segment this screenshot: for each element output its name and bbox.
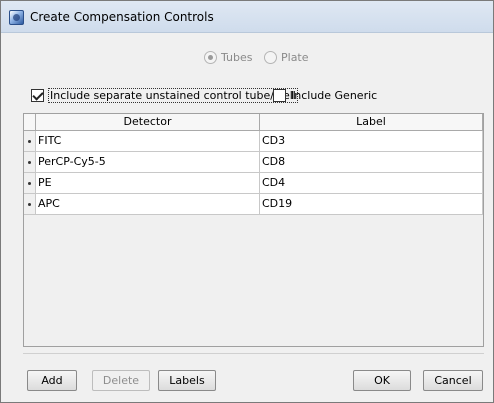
radio-selected-icon: [204, 51, 217, 64]
detector-cell[interactable]: PerCP-Cy5-5: [36, 152, 260, 173]
include-generic-checkbox[interactable]: Include Generic: [273, 89, 377, 102]
row-header[interactable]: [24, 131, 36, 152]
add-button[interactable]: Add: [27, 370, 77, 391]
detector-cell[interactable]: FITC: [36, 131, 260, 152]
radio-unselected-icon: [264, 51, 277, 64]
checkbox-unchecked-icon: [273, 89, 286, 102]
column-header-label[interactable]: Label: [260, 114, 483, 131]
plate-radio[interactable]: Plate: [264, 51, 309, 64]
label-cell[interactable]: CD19: [260, 194, 483, 215]
options-row: Include separate unstained control tube/…: [1, 88, 493, 105]
row-header[interactable]: [24, 152, 36, 173]
tubes-radio[interactable]: Tubes: [204, 51, 253, 64]
window-title: Create Compensation Controls: [30, 10, 214, 24]
button-bar-divider: [23, 353, 484, 354]
detector-table[interactable]: Detector Label FITC CD3 PerCP-Cy5-5 CD8 …: [23, 113, 484, 347]
cancel-button[interactable]: Cancel: [423, 370, 483, 391]
labels-button[interactable]: Labels: [158, 370, 216, 391]
app-window-icon: [9, 10, 24, 25]
column-header-detector[interactable]: Detector: [36, 114, 260, 131]
unstained-control-label: Include separate unstained control tube/…: [48, 88, 298, 103]
detector-cell[interactable]: APC: [36, 194, 260, 215]
tubes-radio-label: Tubes: [221, 51, 253, 64]
mode-radio-group: Tubes Plate: [1, 51, 493, 69]
label-cell[interactable]: CD3: [260, 131, 483, 152]
detector-cell[interactable]: PE: [36, 173, 260, 194]
unstained-control-checkbox[interactable]: Include separate unstained control tube/…: [31, 88, 298, 103]
ok-button[interactable]: OK: [353, 370, 411, 391]
dialog-window: Create Compensation Controls Tubes Plate…: [0, 0, 494, 403]
label-cell[interactable]: CD4: [260, 173, 483, 194]
checkbox-checked-icon: [31, 89, 44, 102]
table-corner-header: [24, 114, 36, 131]
plate-radio-label: Plate: [281, 51, 309, 64]
row-header[interactable]: [24, 194, 36, 215]
title-bar[interactable]: Create Compensation Controls: [1, 1, 493, 33]
label-cell[interactable]: CD8: [260, 152, 483, 173]
row-header[interactable]: [24, 173, 36, 194]
delete-button[interactable]: Delete: [92, 370, 150, 391]
include-generic-label: Include Generic: [291, 89, 378, 102]
